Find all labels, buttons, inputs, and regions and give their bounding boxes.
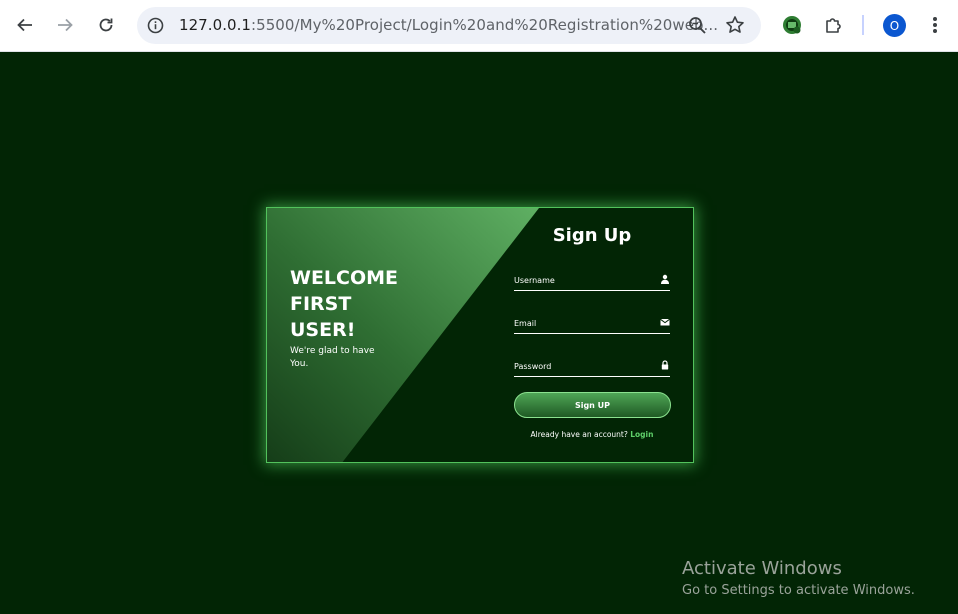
puzzle-icon — [826, 18, 841, 33]
browser-menu-button[interactable] — [920, 10, 950, 40]
reload-button[interactable] — [91, 10, 121, 40]
password-field — [514, 355, 670, 377]
email-input[interactable] — [514, 315, 654, 331]
lock-icon — [661, 360, 669, 370]
address-bar[interactable]: 127.0.0.1:5500/My%20Project/Login%20and%… — [137, 7, 761, 44]
forward-icon — [58, 18, 73, 32]
activate-windows-subtitle: Go to Settings to activate Windows. — [682, 583, 915, 598]
signup-title: Sign Up — [552, 225, 632, 246]
signup-card: WELCOME FIRST USER! We're glad to have Y… — [266, 207, 694, 463]
bookmark-star-icon[interactable] — [725, 15, 745, 39]
envelope-icon — [660, 318, 670, 326]
login-link[interactable]: Login — [630, 430, 653, 439]
url-host: 127.0.0.1 — [179, 16, 252, 34]
user-icon — [661, 274, 669, 284]
reload-icon — [99, 18, 113, 32]
zoom-icon[interactable] — [688, 16, 707, 39]
url-path: :5500/My%20Project/Login%20and%20Registr… — [251, 16, 719, 34]
profile-avatar[interactable]: O — [883, 14, 906, 37]
activate-windows-title: Activate Windows — [682, 558, 842, 579]
signup-button[interactable]: Sign UP — [514, 392, 671, 418]
login-prompt: Already have an account? Login — [507, 430, 677, 439]
username-input[interactable] — [514, 272, 654, 288]
site-info-icon[interactable] — [147, 17, 164, 38]
welcome-subtitle: We're glad to have You. — [290, 346, 375, 369]
welcome-heading: WELCOME FIRST USER! — [290, 267, 399, 341]
back-button[interactable] — [10, 10, 40, 40]
login-prompt-text: Already have an account? — [530, 430, 628, 439]
more-vert-icon — [933, 17, 937, 33]
forward-button[interactable] — [50, 10, 80, 40]
extensions-menu-button[interactable] — [818, 10, 848, 40]
extension-icon — [783, 16, 801, 34]
password-input[interactable] — [514, 358, 654, 374]
toolbar-divider — [862, 15, 864, 35]
username-field — [514, 269, 670, 291]
extension-button[interactable] — [777, 10, 807, 40]
browser-toolbar: 127.0.0.1:5500/My%20Project/Login%20and%… — [0, 0, 958, 52]
url-text[interactable]: 127.0.0.1:5500/My%20Project/Login%20and%… — [179, 16, 718, 34]
email-field — [514, 312, 670, 334]
back-icon — [17, 18, 32, 32]
